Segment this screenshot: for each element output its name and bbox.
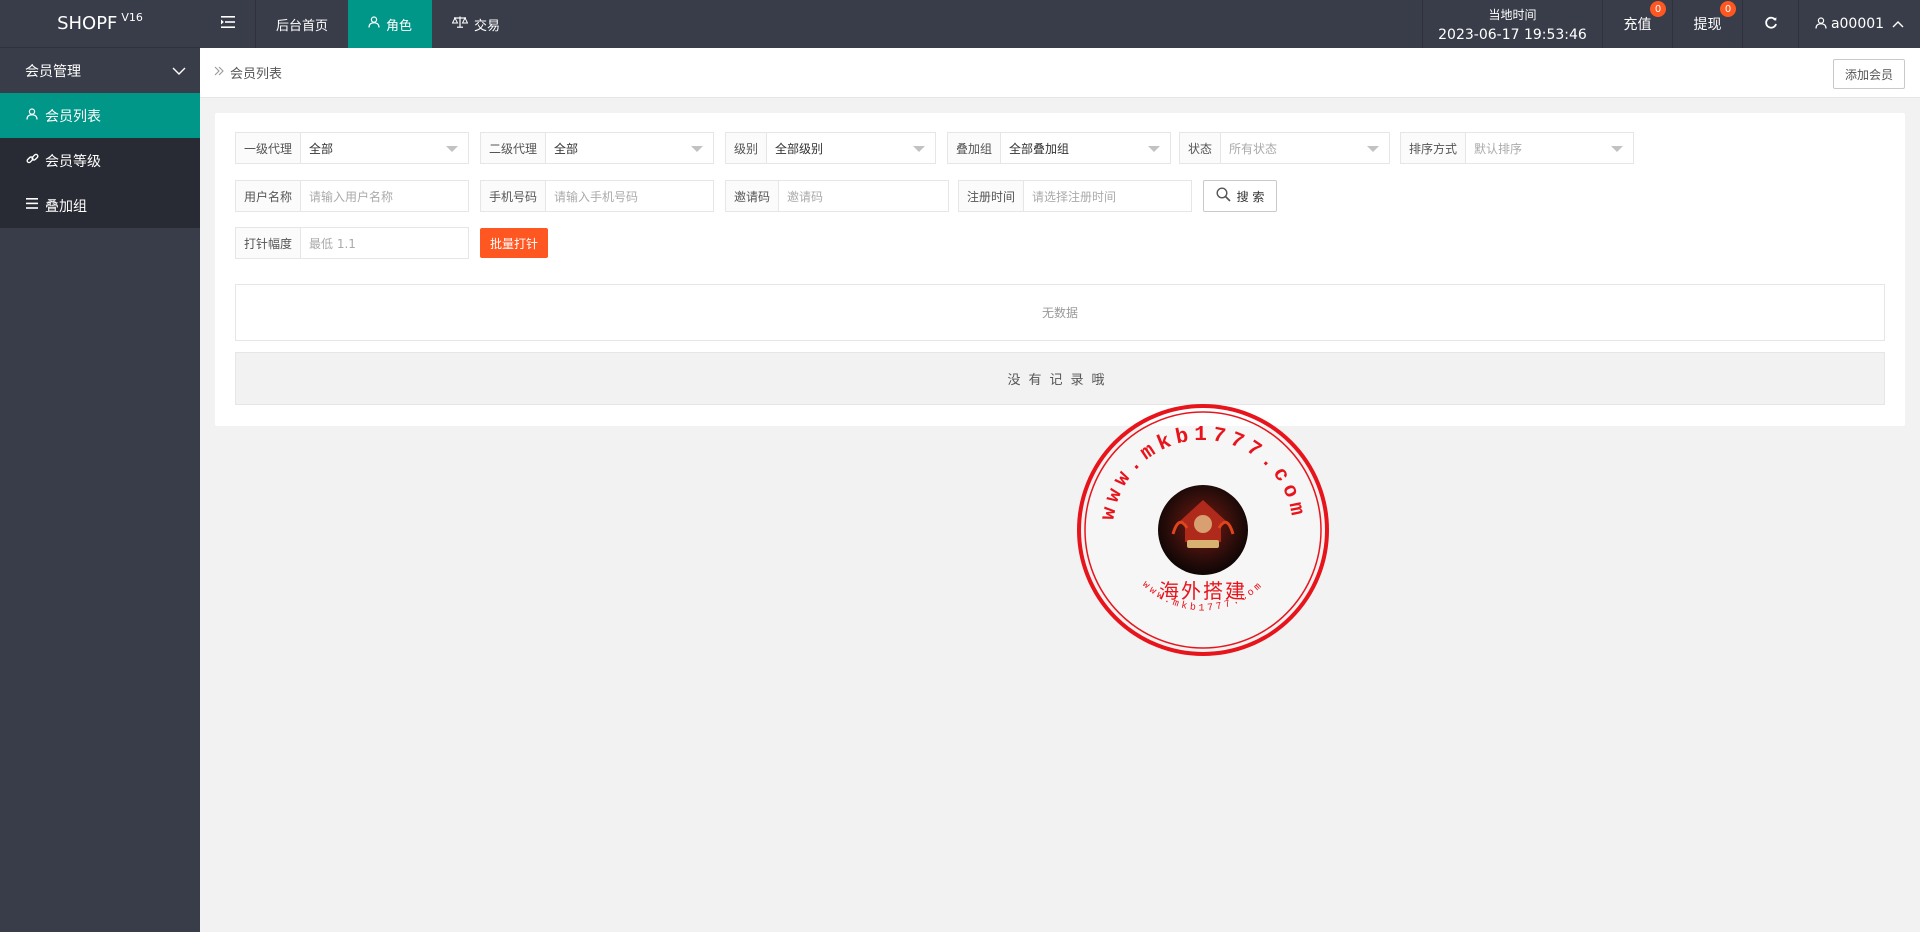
clock-value: 2023-06-17 19:53:46 [1438,26,1587,43]
field-label: 打针幅度 [236,228,302,258]
invite-code-field[interactable]: 邀请码 邀请码 [725,180,949,212]
status-select[interactable]: 状态 所有状态 [1179,132,1390,164]
list-icon [25,198,39,213]
username-field[interactable]: 用户名称 请输入用户名称 [235,180,469,212]
agent2-select[interactable]: 二级代理 全部 [480,132,714,164]
field-label: 用户名称 [236,181,302,211]
sort-select[interactable]: 排序方式 默认排序 [1400,132,1634,164]
caret-down-icon [446,146,458,152]
register-time-field[interactable]: 注册时间 请选择注册时间 [958,180,1192,212]
register-time-input[interactable]: 请选择注册时间 [1024,181,1191,211]
nav-home[interactable]: 后台首页 [256,0,348,48]
top-nav: 后台首页 角色 交易 [200,0,520,48]
agent1-select[interactable]: 一级代理 全部 [235,132,469,164]
select-value: 全部级别 [775,141,824,156]
add-member-button[interactable]: 添加会员 [1832,59,1905,89]
recharge-button[interactable]: 充值 0 [1602,0,1672,48]
double-chevron-right-icon [214,65,224,80]
sidebar-group-label: 会员管理 [25,63,81,80]
field-label: 手机号码 [481,181,547,211]
nav-trade-label: 交易 [474,18,501,34]
refresh-icon [1764,15,1778,34]
select-placeholder: 默认排序 [1474,141,1523,156]
field-label: 二级代理 [481,133,547,163]
withdraw-button[interactable]: 提现 0 [1672,0,1742,48]
caret-down-icon [1367,146,1379,152]
refresh-button[interactable] [1742,0,1798,48]
header-right: 当地时间 2023-06-17 19:53:46 充值 0 提现 0 a0000… [1422,0,1920,48]
table-empty-state: 无数据 [235,284,1885,341]
user-icon [1815,16,1827,32]
top-header: SHOPF V16 后台首页 角色 交易 当地时间 2023-06-17 19:5… [0,0,1920,48]
phone-input[interactable]: 请输入手机号码 [546,181,713,211]
select-value: 全部叠加组 [1009,141,1070,156]
nav-trade[interactable]: 交易 [432,0,520,48]
brand-name: SHOPF [57,13,118,34]
breadcrumb-current: 会员列表 [230,67,283,82]
chevron-up-icon [1892,17,1904,31]
field-label: 状态 [1180,133,1222,163]
caret-down-icon [1148,146,1160,152]
stamp-logo-icon [1158,485,1248,575]
sidebar-item-member-level[interactable]: 会员等级 [0,138,200,183]
brand-version: V16 [121,11,143,24]
nav-home-label: 后台首页 [276,18,329,34]
field-label: 排序方式 [1401,133,1467,163]
brand-logo[interactable]: SHOPF V16 [0,0,200,48]
recharge-label: 充值 [1623,17,1652,33]
group-select[interactable]: 叠加组 全部叠加组 [947,132,1171,164]
nav-role-label: 角色 [386,18,413,34]
nav-role[interactable]: 角色 [348,0,433,48]
chevron-down-icon [172,63,186,79]
sidebar: 会员管理 会员列表 会员等级 叠加组 [0,48,200,932]
sidebar-group-member[interactable]: 会员管理 [0,48,200,93]
search-button-label: 搜 索 [1236,189,1265,204]
user-icon [368,16,380,32]
search-button[interactable]: 搜 索 [1203,180,1277,212]
batch-needle-button[interactable]: 批量打针 [480,228,548,258]
caret-down-icon [1611,146,1623,152]
member-list-card: 一级代理 全部 二级代理 全部 级别 全部级别 叠加组 全部叠加组 状态 所有状… [215,113,1905,426]
search-icon [1216,186,1231,206]
needle-amplitude-input[interactable]: 最低 1.1 [301,228,468,258]
username-input[interactable]: 请输入用户名称 [301,181,468,211]
caret-down-icon [913,146,925,152]
withdraw-count-badge: 0 [1720,1,1736,17]
menu-fold-icon [220,16,235,32]
no-record-message: 没有记录哦 [235,352,1885,405]
watermark-caption: 海外搭建 [1159,579,1247,603]
field-label: 叠加组 [948,133,1002,163]
watermark-stamp: www.mkb1777.com www.mkb1777.com 海外搭建 [1075,402,1331,658]
user-icon [25,107,39,124]
sidebar-submenu: 会员列表 会员等级 叠加组 [0,93,200,228]
needle-amplitude-field[interactable]: 打针幅度 最低 1.1 [235,227,469,259]
sidebar-item-label: 叠加组 [45,198,87,215]
field-label: 注册时间 [959,181,1025,211]
link-icon [25,152,39,169]
select-value: 全部 [309,141,334,156]
caret-down-icon [691,146,703,152]
recharge-count-badge: 0 [1650,1,1666,17]
sidebar-item-member-list[interactable]: 会员列表 [0,93,200,138]
level-select[interactable]: 级别 全部级别 [725,132,936,164]
select-value: 全部 [554,141,579,156]
sidebar-toggle-button[interactable] [200,0,256,48]
field-label: 一级代理 [236,133,302,163]
username: a00001 [1830,16,1885,32]
phone-field[interactable]: 手机号码 请输入手机号码 [480,180,714,212]
invite-code-input[interactable]: 邀请码 [779,181,948,211]
sidebar-item-label: 会员列表 [45,108,101,125]
local-clock: 当地时间 2023-06-17 19:53:46 [1422,0,1602,48]
user-menu[interactable]: a00001 [1798,0,1920,48]
clock-label: 当地时间 [1488,7,1537,22]
withdraw-label: 提现 [1693,17,1722,33]
breadcrumb: 会员列表 添加会员 [200,48,1920,98]
field-label: 级别 [726,133,768,163]
sidebar-item-group[interactable]: 叠加组 [0,183,200,228]
sidebar-item-label: 会员等级 [45,153,101,170]
scale-icon [451,16,469,32]
field-label: 邀请码 [726,181,780,211]
select-placeholder: 所有状态 [1229,141,1278,156]
